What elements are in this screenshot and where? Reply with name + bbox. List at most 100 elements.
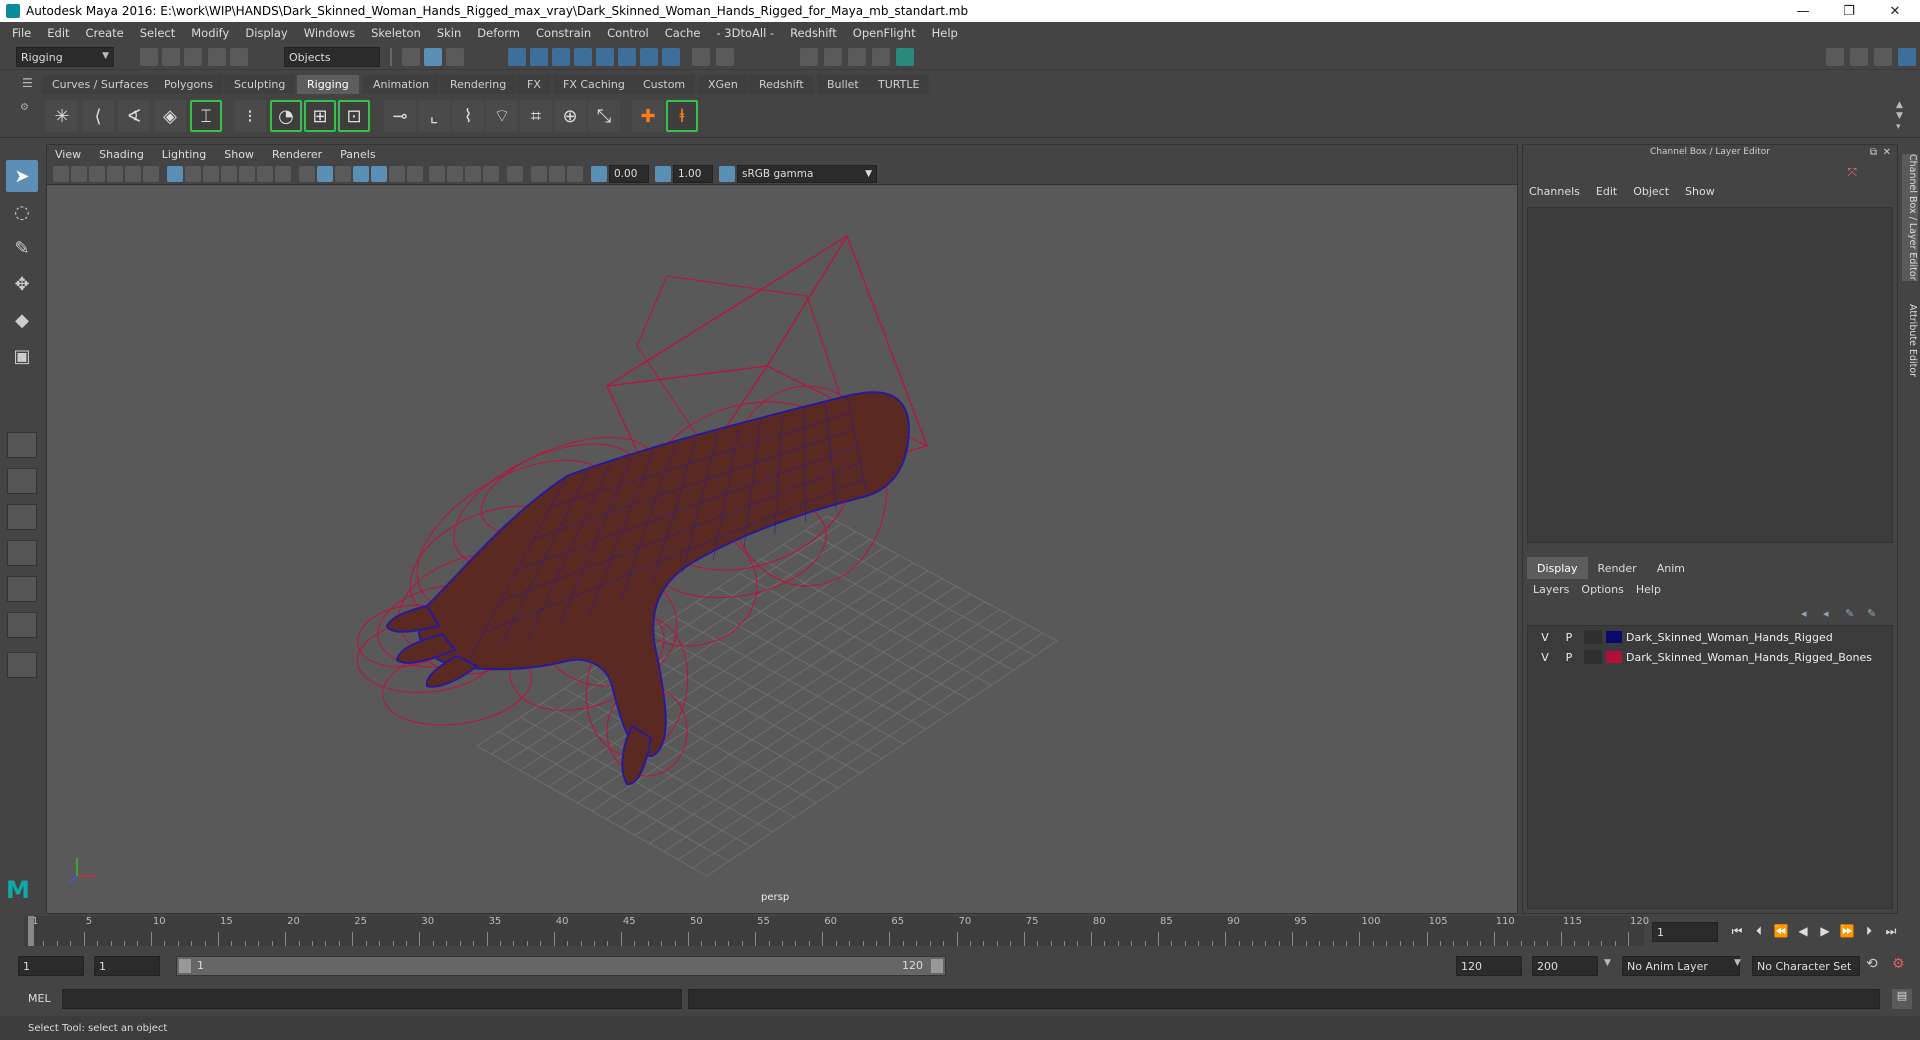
side-tab-attribute-editor[interactable]: Attribute Editor [1902,304,1918,377]
menu-modify[interactable]: Modify [183,26,237,40]
two-view-layout-icon[interactable] [7,504,37,530]
new-layer-selected-icon[interactable]: ✎ [1867,607,1876,620]
cb-menu-edit[interactable]: Edit [1596,185,1617,198]
menu-constrain[interactable]: Constrain [528,26,599,40]
shadows-icon[interactable] [407,166,423,182]
scale-tool-icon[interactable]: ▣ [6,340,38,372]
xray-joints-icon[interactable] [549,166,565,182]
channel-box-area[interactable] [1527,207,1893,543]
gamma-field[interactable]: 1.00 [673,165,713,183]
render-settings-icon[interactable] [872,48,890,66]
snap-grid-icon[interactable] [508,48,526,66]
menu-control[interactable]: Control [599,26,657,40]
close-button[interactable]: ✕ [1872,0,1918,22]
tab-display[interactable]: Display [1527,557,1588,579]
persp-outliner-layout-icon[interactable] [7,540,37,566]
four-view-layout-icon[interactable] [7,468,37,494]
tab-render[interactable]: Render [1588,557,1647,579]
tab-sculpting[interactable]: Sculpting [224,75,296,94]
script-editor-icon[interactable]: ▤ [1892,989,1912,1009]
bind-skin-icon[interactable]: ⁝ [234,100,266,132]
cluster-icon[interactable]: ⊡ [338,100,370,132]
menu-windows[interactable]: Windows [296,26,363,40]
insert-joint-icon[interactable]: ◈ [154,100,186,132]
smooth-bind-icon[interactable]: ◔ [270,100,302,132]
shelf-scroll-icon[interactable]: ▲ ▼ ▾ [1896,100,1903,133]
smooth-shading-icon[interactable] [317,166,333,182]
resolution-gate-icon[interactable] [203,166,219,182]
layer-name[interactable]: Dark_Skinned_Woman_Hands_Rigged_Bones [1626,651,1872,664]
menu-deform[interactable]: Deform [469,26,528,40]
select-tool-icon[interactable]: ➤ [6,160,38,192]
end-time-field[interactable]: 200 [1532,956,1598,976]
paint-select-icon[interactable]: ✎ [6,232,38,264]
next-key-icon[interactable]: ⏩ [1838,922,1856,940]
panel-menu-show[interactable]: Show [216,148,264,161]
range-start-handle[interactable] [179,959,191,973]
new-layer-icon[interactable]: ✎ [1845,607,1854,620]
minimize-button[interactable]: — [1780,0,1826,22]
mirror-joint-icon[interactable]: ⌶ [190,100,222,132]
aim-constraint-icon[interactable]: ⌞ [418,100,450,132]
orient-constraint-icon[interactable]: ⌇ [452,100,484,132]
play-backward-icon[interactable]: ◀ [1794,922,1812,940]
2d-pan-zoom-icon[interactable] [125,166,141,182]
scene-canvas[interactable] [47,186,1517,913]
step-back-icon[interactable]: ⏴ [1750,922,1768,940]
parent-constraint-icon[interactable]: ⌔ [486,100,518,132]
single-perspective-layout-icon[interactable] [7,432,37,458]
image-plane-icon[interactable] [107,166,123,182]
side-tab-channel-box[interactable]: Channel Box / Layer Editor [1902,154,1918,281]
scale-constraint-icon[interactable]: ⌗ [520,100,552,132]
pole-vector-icon[interactable]: ⊕ [554,100,586,132]
tab-polygons[interactable]: Polygons [154,75,223,94]
le-menu-help[interactable]: Help [1636,583,1661,596]
locator-icon[interactable]: ✚ [632,100,664,132]
chevron-down-icon[interactable]: ▼ [1734,958,1741,968]
play-forward-icon[interactable]: ▶ [1816,922,1834,940]
select-by-component-icon[interactable] [446,48,464,66]
move-tool-icon[interactable]: ✥ [6,268,38,300]
panel-menu-lighting[interactable]: Lighting [154,148,216,161]
range-slider-bar[interactable]: 1 120 [176,956,946,976]
wireframe-on-shaded-icon[interactable] [353,166,369,182]
gate-mask-icon[interactable] [221,166,237,182]
xray-icon[interactable] [531,166,547,182]
panel-menu-shading[interactable]: Shading [91,148,154,161]
menu-display[interactable]: Display [237,26,295,40]
select-by-hierarchy-icon[interactable] [402,48,420,66]
menu-help[interactable]: Help [924,26,966,40]
history-icon[interactable] [716,48,734,66]
lattice-icon[interactable]: ⊞ [304,100,336,132]
snap-point-icon[interactable] [552,48,570,66]
layer-visibility-toggle[interactable]: V [1536,631,1554,644]
auto-key-icon[interactable]: ⟲ [1866,956,1878,972]
menu-skeleton[interactable]: Skeleton [363,26,429,40]
layer-color-swatch[interactable] [1606,651,1622,663]
playback-end-field[interactable]: 120 [1456,956,1522,976]
symmetry-icon[interactable] [662,48,680,66]
render-view-icon[interactable] [800,48,818,66]
select-by-object-icon[interactable] [424,48,442,66]
panel-menu-panels[interactable]: Panels [332,148,385,161]
current-frame-field[interactable]: 1 [1652,922,1718,942]
snap-live-icon[interactable] [640,48,658,66]
isolate-select-icon[interactable] [507,166,523,182]
layer-playback-toggle[interactable]: P [1560,631,1578,644]
layer-row[interactable]: V P Dark_Skinned_Woman_Hands_Rigged_Bone… [1528,648,1892,666]
textured-icon[interactable] [371,166,387,182]
menu-file[interactable]: File [4,26,39,40]
cb-menu-channels[interactable]: Channels [1529,185,1580,198]
menuset-dropdown[interactable]: Rigging ▼ [16,47,114,67]
bookmark-icon[interactable] [89,166,105,182]
menu-select[interactable]: Select [132,26,183,40]
open-scene-icon[interactable] [162,48,180,66]
wireframe-shading-icon[interactable] [299,166,315,182]
shelf-options-icon[interactable]: ⚙ [20,102,29,113]
layer-display-type[interactable] [1584,630,1602,644]
xray-components-icon[interactable] [567,166,583,182]
tab-curves-surfaces[interactable]: Curves / Surfaces [42,75,159,94]
panel-menu-renderer[interactable]: Renderer [264,148,332,161]
time-slider[interactable]: 1 5 10 15 20 25 30 35 40 45 50 55 60 65 70 75 80 85 90 95 10… [24,916,1649,946]
colorspace-dropdown[interactable]: sRGB gamma ▼ [737,165,877,183]
